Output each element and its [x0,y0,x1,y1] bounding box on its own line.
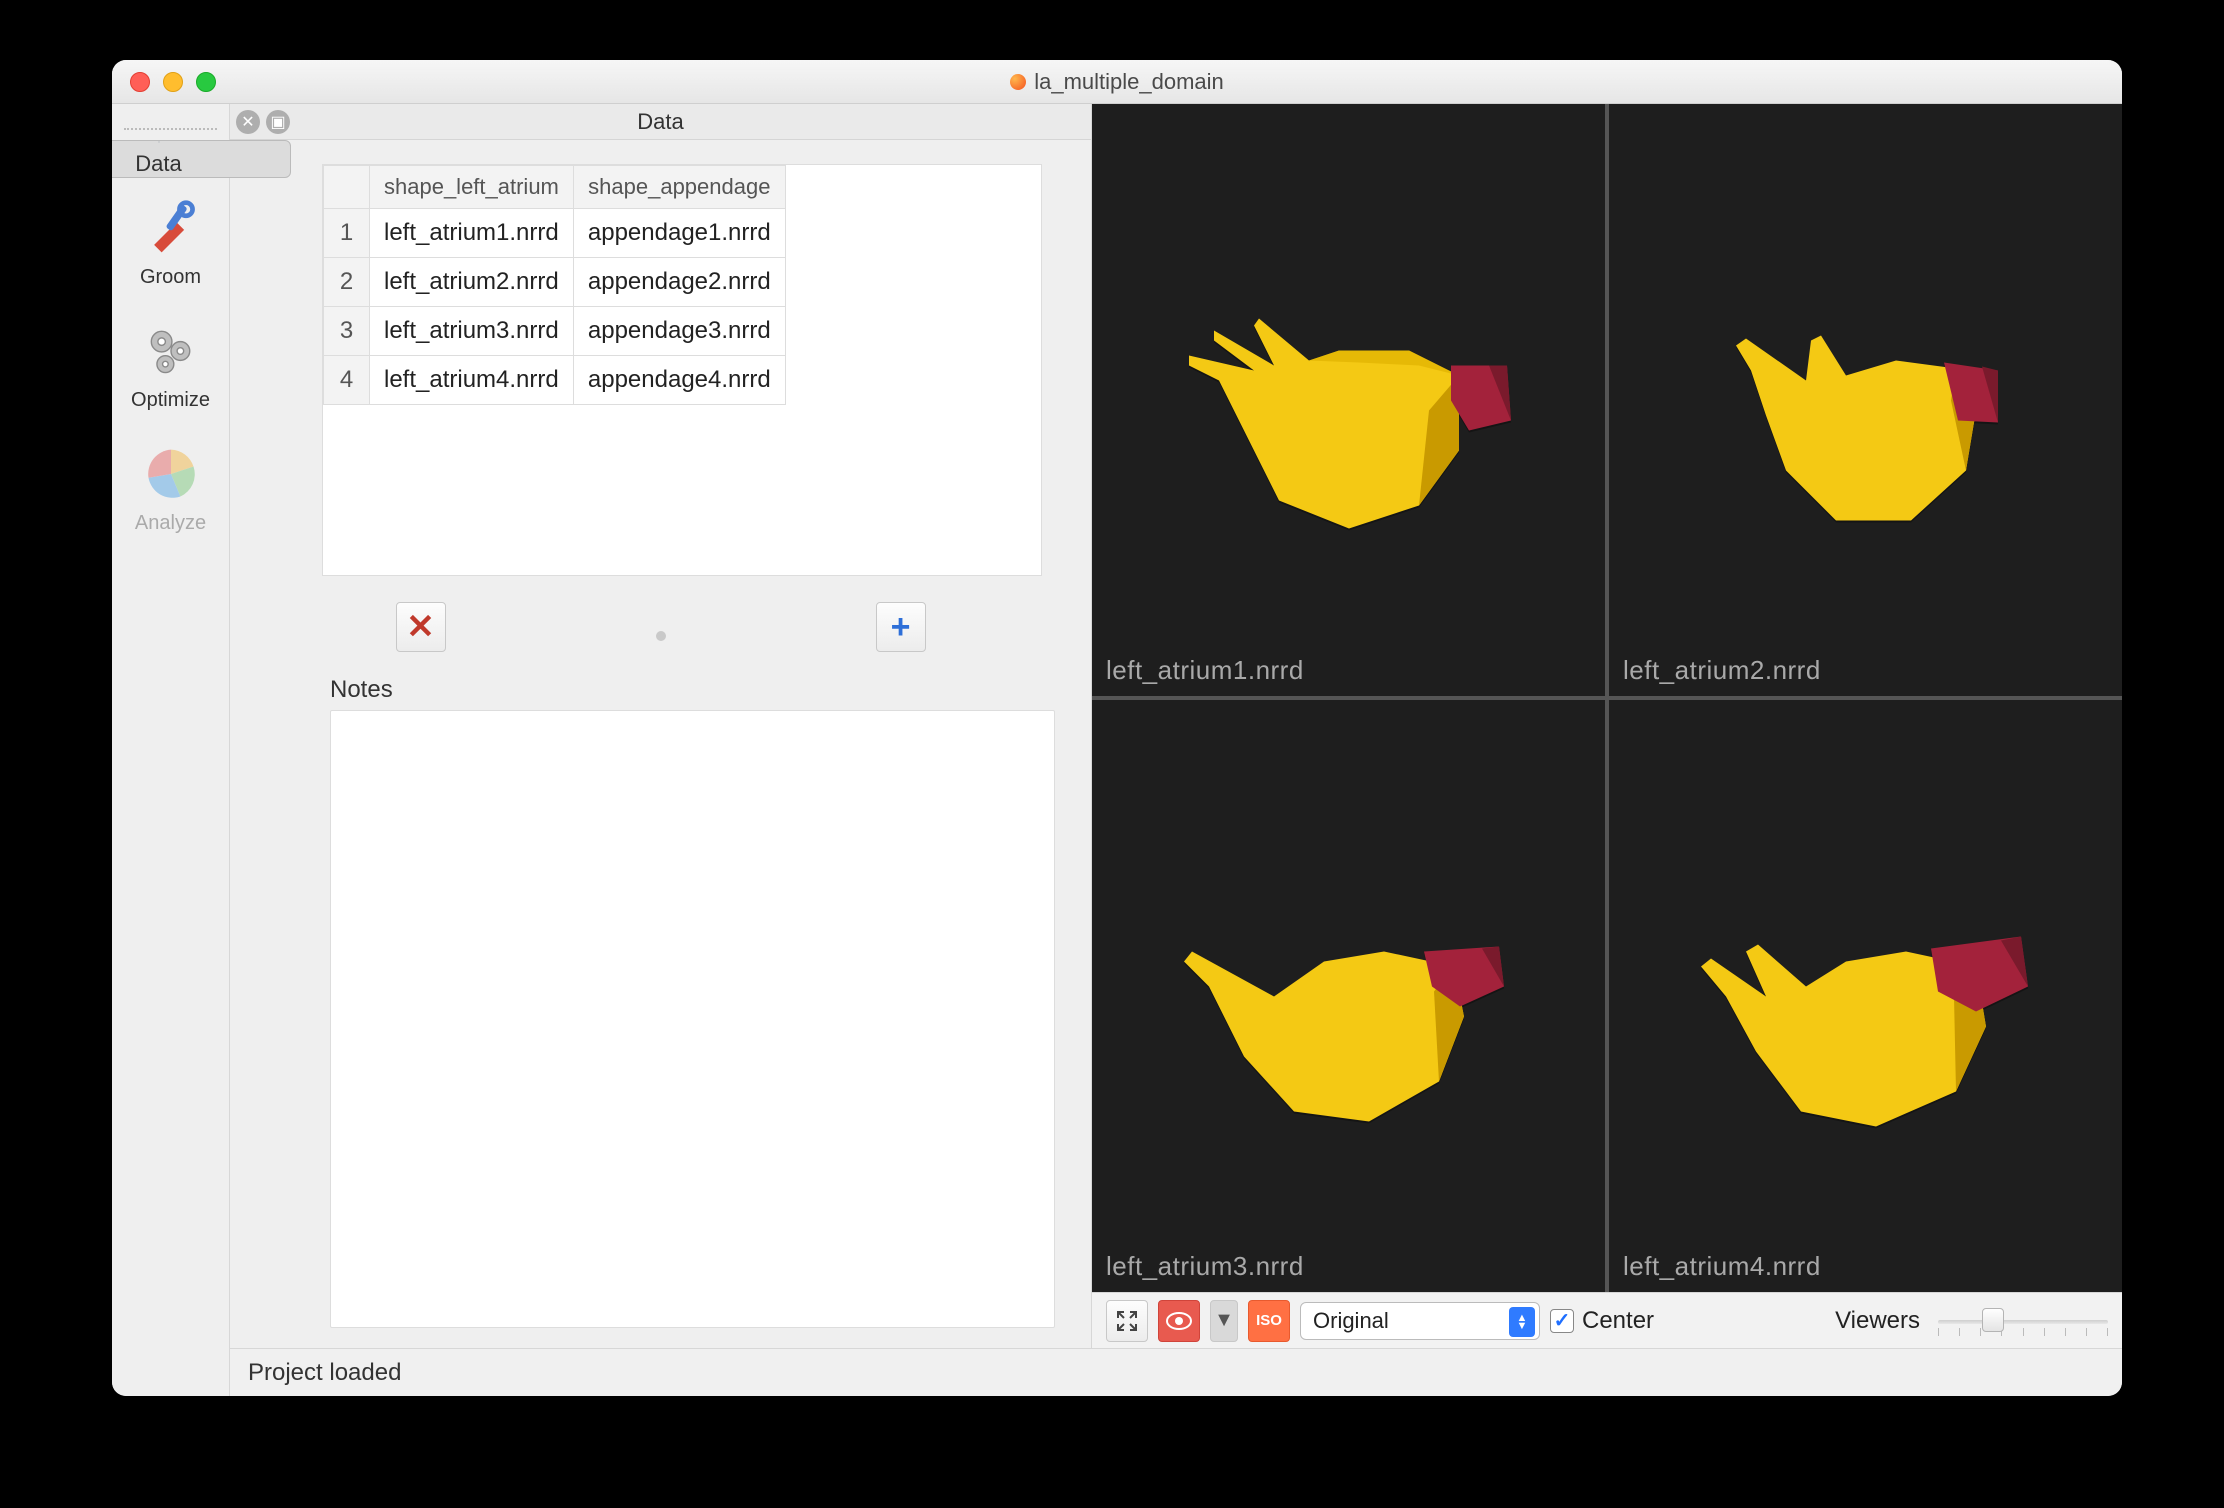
visibility-button[interactable] [1158,1300,1200,1342]
table-row[interactable]: 4 left_atrium4.nrrd appendage4.nrrd [324,356,786,405]
volume-render [1676,866,2056,1173]
cell[interactable]: left_atrium1.nrrd [370,209,574,258]
tools-icon [141,198,201,258]
row-index: 2 [324,258,370,307]
volume-render [1164,866,1534,1173]
table-header[interactable]: shape_appendage [573,166,785,209]
add-button[interactable]: + [876,602,926,652]
sidebar-item-label: Analyze [135,512,206,535]
panel-title: Data [230,109,1091,135]
table-row[interactable]: 2 left_atrium2.nrrd appendage2.nrrd [324,258,786,307]
table-header-index [324,166,370,209]
cell[interactable]: left_atrium3.nrrd [370,307,574,356]
sidebar-grip [124,122,218,130]
visibility-dropdown-button[interactable]: ▼ [1210,1300,1238,1342]
pie-chart-icon [141,444,201,504]
notes-label: Notes [330,676,1091,704]
viewport-caption: left_atrium2.nrrd [1623,655,1821,686]
titlebar: la_multiple_domain [112,60,2122,104]
remove-button[interactable]: ✕ [396,602,446,652]
viewer-toolbar: ▼ ISO Original ▲▼ ✓ Center Viewers [1092,1292,2122,1348]
viewers-slider[interactable] [1938,1306,2108,1336]
viewport[interactable]: left_atrium1.nrrd [1092,104,1605,696]
sidebar-item-label: Data [135,151,181,177]
cell[interactable]: appendage1.nrrd [573,209,785,258]
sidebar-item-analyze[interactable]: Analyze [121,432,221,547]
checkbox-label: Center [1582,1307,1654,1335]
viewport-caption: left_atrium3.nrrd [1106,1251,1304,1282]
row-index: 3 [324,307,370,356]
data-panel: ✕ ▣ Data shape_left_atrium shape_appen [230,104,1092,1348]
status-message: Project loaded [248,1359,401,1387]
app-window: la_multiple_domain Data [112,60,2122,1396]
viewport-grid: A left_atrium [1092,104,2122,1292]
app-icon [1010,74,1026,90]
sidebar-item-label: Groom [140,266,201,289]
checkbox-box: ✓ [1550,1309,1574,1333]
notes-textarea[interactable] [330,710,1055,1328]
iso-button[interactable]: ISO [1248,1300,1290,1342]
database-icon [129,141,189,143]
cell[interactable]: appendage4.nrrd [573,356,785,405]
cell[interactable]: left_atrium4.nrrd [370,356,574,405]
chevron-updown-icon: ▲▼ [1509,1307,1535,1337]
cell[interactable]: left_atrium2.nrrd [370,258,574,307]
sidebar-item-groom[interactable]: Groom [121,186,221,301]
volume-render [1696,270,2036,577]
viewers-label: Viewers [1835,1307,1928,1335]
eye-icon [1166,1311,1192,1331]
panel-header: ✕ ▣ Data [230,104,1091,140]
arrows-in-icon [1115,1309,1139,1333]
fit-view-button[interactable] [1106,1300,1148,1342]
table-row[interactable]: 3 left_atrium3.nrrd appendage3.nrrd [324,307,786,356]
sidebar-item-data[interactable]: Data [112,140,291,178]
viewport-caption: left_atrium1.nrrd [1106,655,1304,686]
center-checkbox[interactable]: ✓ Center [1550,1307,1654,1335]
status-bar: Project loaded [230,1348,2122,1396]
gears-icon [141,321,201,381]
sidebar-item-optimize[interactable]: Optimize [121,309,221,424]
viewport[interactable]: left_atrium2.nrrd [1609,104,2122,696]
cell[interactable]: appendage2.nrrd [573,258,785,307]
cell[interactable]: appendage3.nrrd [573,307,785,356]
slider-thumb[interactable] [1982,1308,2004,1332]
tool-sidebar: Data Groom Optimize [112,104,230,1396]
sidebar-item-label: Optimize [131,389,210,412]
row-index: 1 [324,209,370,258]
volume-render [1159,270,1539,577]
display-mode-select[interactable]: Original ▲▼ [1300,1302,1540,1340]
table-header[interactable]: shape_left_atrium [370,166,574,209]
chevron-down-icon: ▼ [1214,1309,1234,1332]
viewport[interactable]: left_atrium4.nrrd [1609,700,2122,1292]
window-title: la_multiple_domain [1034,69,1224,95]
data-table: shape_left_atrium shape_appendage 1 left… [322,164,1042,576]
viewport-caption: left_atrium4.nrrd [1623,1251,1821,1282]
table-row[interactable]: 1 left_atrium1.nrrd appendage1.nrrd [324,209,786,258]
viewport[interactable]: left_atrium3.nrrd [1092,700,1605,1292]
select-value: Original [1313,1308,1389,1334]
row-index: 4 [324,356,370,405]
drag-handle-icon[interactable] [656,631,666,641]
